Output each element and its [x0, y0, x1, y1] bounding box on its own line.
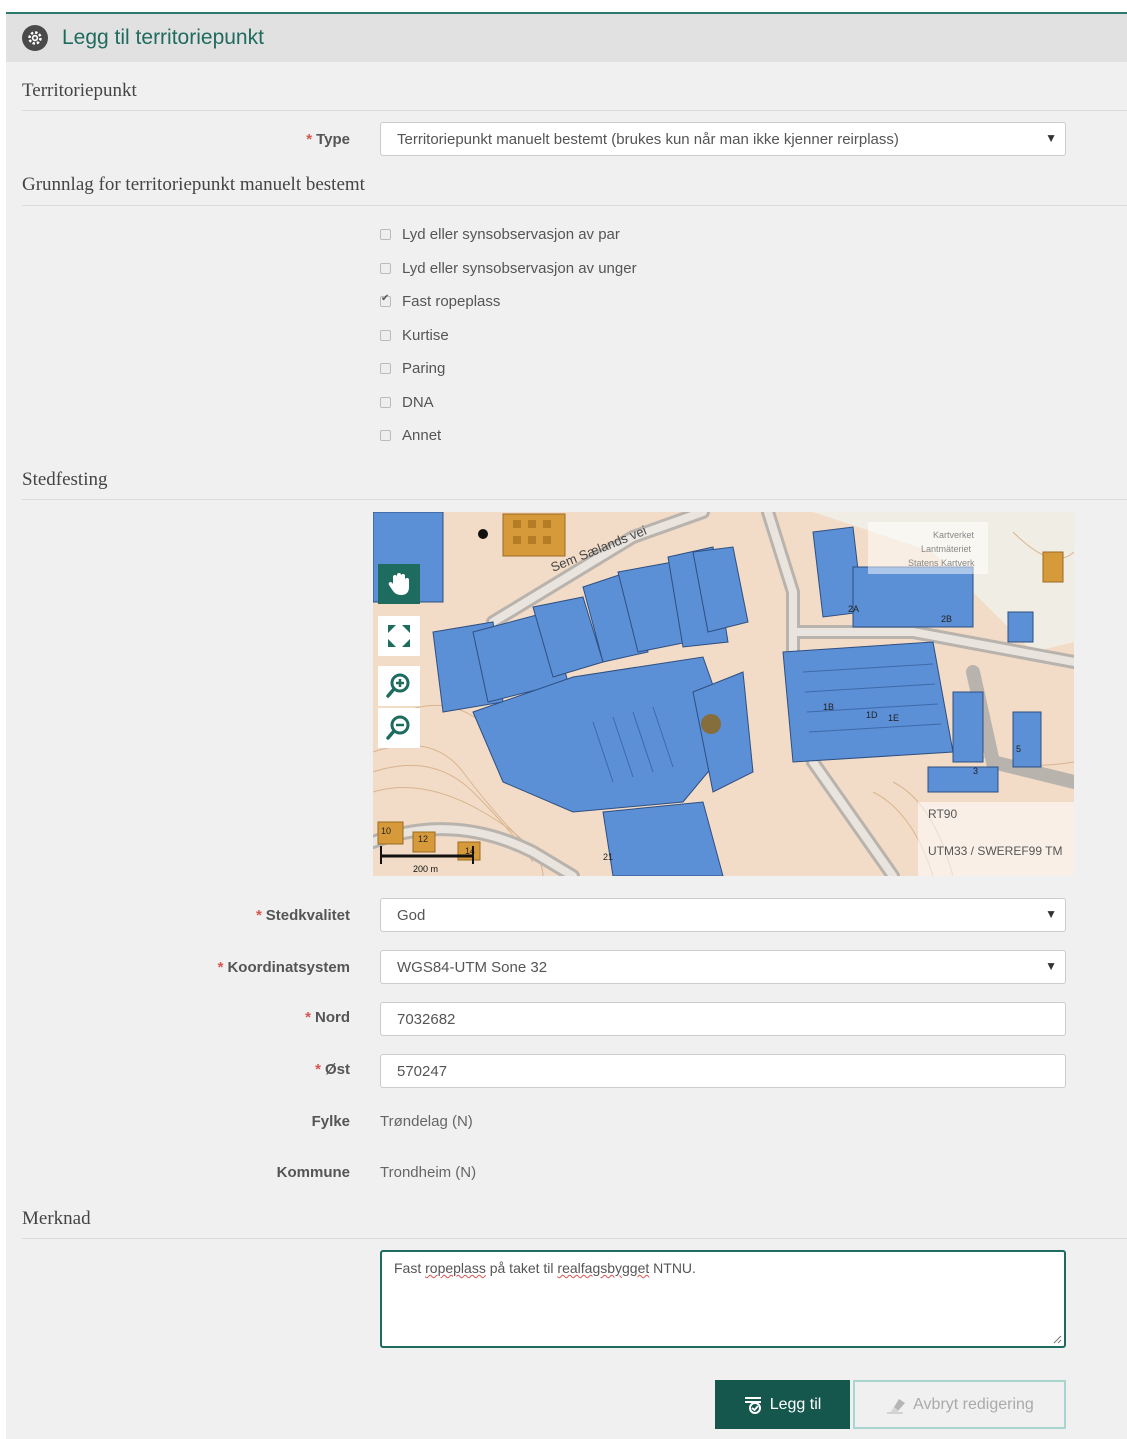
map-building-label: 2B	[941, 614, 952, 624]
checkbox-box-checked[interactable]	[380, 293, 391, 307]
stedkvalitet-label: * Stedkvalitet	[255, 907, 350, 924]
ost-input[interactable]: 570247	[380, 1054, 1066, 1088]
checkbox-box[interactable]	[380, 330, 391, 341]
map-scale-label: 200 m	[413, 864, 438, 874]
type-select-value: Territoriepunkt manuelt bestemt (brukes …	[397, 130, 899, 148]
zoom-out-icon	[386, 715, 410, 740]
map-canvas[interactable]: RT90 UTM33 / SWEREF99 TM Kartverket Lant…	[373, 512, 1074, 876]
fylke-label: Fylke	[311, 1113, 350, 1130]
map-building-label: 1B	[823, 702, 834, 712]
map-fullscreen-button[interactable]	[378, 616, 420, 656]
page-title: Legg til territoriepunkt	[62, 26, 264, 49]
map-projection-rt90: RT90	[928, 807, 957, 821]
section-divider	[22, 499, 1127, 500]
spellcheck-word: ropeplass	[425, 1260, 486, 1276]
koordinatsystem-label: * Koordinatsystem	[217, 959, 350, 976]
checkbox-paring[interactable]: Paring	[380, 360, 445, 377]
section-stedfesting: Stedfesting	[22, 469, 108, 490]
section-divider	[22, 110, 1127, 111]
map-building-label: 21	[603, 852, 613, 862]
nord-value: 7032682	[397, 1010, 456, 1028]
eraser-icon	[887, 1398, 906, 1413]
checkbox-dna[interactable]: DNA	[380, 394, 434, 411]
checkbox-box[interactable]	[380, 263, 391, 274]
merknad-textarea[interactable]: Fast ropeplass på taket til realfagsbygg…	[380, 1250, 1066, 1348]
map-building-label: 3	[973, 766, 978, 776]
map-building-label: 2A	[848, 604, 859, 614]
map-building-label: 5	[1016, 744, 1021, 754]
map-zoom-out-button[interactable]	[378, 708, 420, 748]
add-button[interactable]: Legg til	[715, 1380, 850, 1429]
kommune-label: Kommune	[276, 1164, 350, 1181]
gear-icon	[22, 25, 48, 51]
kommune-value: Trondheim (N)	[380, 1164, 477, 1181]
map-projection-utm: UTM33 / SWEREF99 TM	[928, 844, 1062, 858]
nord-label: * Nord	[305, 1009, 350, 1026]
map-attribution-2: Lantmäteriet	[921, 544, 972, 554]
section-divider	[22, 1238, 1127, 1239]
map-zoom-in-button[interactable]	[378, 666, 420, 706]
map-building-label: 10	[381, 826, 391, 836]
resize-handle-icon[interactable]	[1052, 1334, 1062, 1344]
type-label: * Type	[306, 131, 350, 148]
nord-input[interactable]: 7032682	[380, 1002, 1066, 1036]
chevron-down-icon: ▼	[1045, 131, 1057, 145]
stedkvalitet-value: God	[397, 906, 426, 924]
checkbox-box[interactable]	[380, 430, 391, 441]
map-attribution-1: Kartverket	[933, 530, 975, 540]
section-merknad: Merknad	[22, 1208, 91, 1229]
checkbox-par[interactable]: Lyd eller synsobservasjon av par	[380, 226, 620, 243]
map-pan-button[interactable]	[378, 564, 420, 604]
koordinatsystem-value: WGS84-UTM Sone 32	[397, 958, 548, 976]
form-panel: Legg til territoriepunkt Territoriepunkt…	[6, 12, 1127, 1439]
checkbox-fast-ropeplass[interactable]: Fast ropeplass	[380, 293, 500, 310]
stedkvalitet-select[interactable]: God ▼	[380, 898, 1066, 932]
chevron-down-icon: ▼	[1045, 907, 1057, 921]
type-select[interactable]: Territoriepunkt manuelt bestemt (brukes …	[380, 122, 1066, 156]
chevron-down-icon: ▼	[1045, 959, 1057, 973]
save-check-icon	[744, 1396, 761, 1414]
section-territoriepunkt: Territoriepunkt	[22, 80, 137, 101]
cancel-edit-button[interactable]: Avbryt redigering	[853, 1380, 1066, 1429]
fylke-value: Trøndelag (N)	[380, 1113, 473, 1130]
checkbox-unger[interactable]: Lyd eller synsobservasjon av unger	[380, 260, 637, 277]
koordinatsystem-select[interactable]: WGS84-UTM Sone 32 ▼	[380, 950, 1066, 984]
zoom-in-icon	[386, 673, 410, 698]
map-view[interactable]: RT90 UTM33 / SWEREF99 TM Kartverket Lant…	[373, 512, 1074, 876]
ost-value: 570247	[397, 1062, 448, 1080]
checkbox-kurtise[interactable]: Kurtise	[380, 327, 449, 344]
checkbox-box[interactable]	[380, 397, 391, 408]
map-building-label: 12	[418, 834, 428, 844]
map-attribution-3: Statens Kartverk	[908, 558, 975, 568]
spellcheck-word: realfagsbygget	[557, 1260, 650, 1276]
ost-label: * Øst	[315, 1061, 350, 1078]
panel-header: Legg til territoriepunkt	[6, 14, 1127, 62]
checkbox-box[interactable]	[380, 363, 391, 374]
checkbox-box[interactable]	[380, 229, 391, 240]
hand-icon	[388, 573, 409, 595]
map-building-label: 1D	[866, 710, 878, 720]
checkbox-annet[interactable]: Annet	[380, 427, 441, 444]
map-building-label: 1E	[888, 713, 899, 723]
section-grunnlag: Grunnlag for territoriepunkt manuelt bes…	[22, 174, 365, 195]
fullscreen-icon	[388, 625, 410, 647]
section-divider	[22, 205, 1127, 206]
